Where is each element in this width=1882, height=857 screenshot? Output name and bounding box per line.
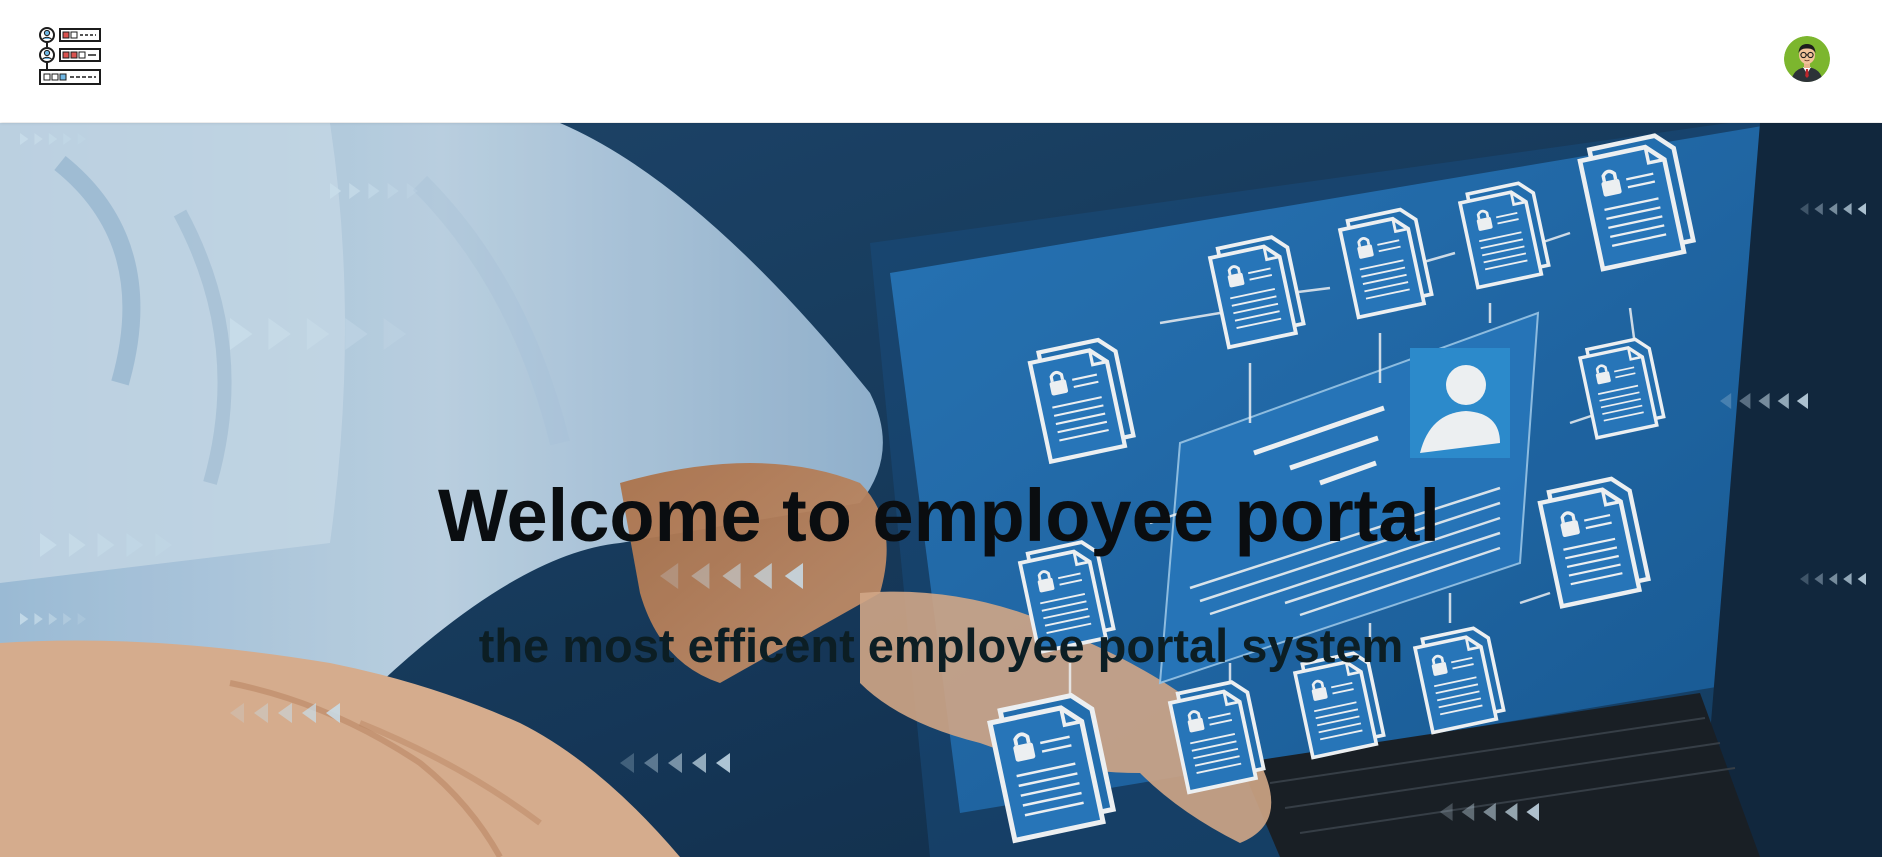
hero-subtitle: the most efficent employee portal system — [478, 619, 1404, 672]
hero-title: Welcome to employee portal — [438, 474, 1440, 557]
top-header — [0, 0, 1882, 122]
user-avatar-icon[interactable] — [1784, 36, 1830, 82]
hero-banner: Welcome to employee portal the most effi… — [0, 123, 1882, 857]
logo-icon[interactable] — [38, 26, 104, 92]
